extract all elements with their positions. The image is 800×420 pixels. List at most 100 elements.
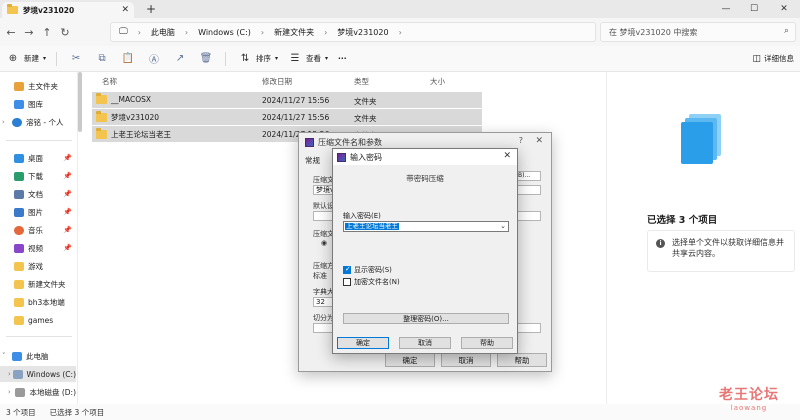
sidebar-item-music[interactable]: 音乐 📌 (0, 222, 76, 238)
cancel-button[interactable]: 取消 (441, 353, 491, 367)
compression-method-value[interactable]: 标准 (313, 271, 327, 281)
help-button[interactable]: 帮助 (497, 353, 547, 367)
rename-icon[interactable]: Ⓐ (147, 52, 161, 66)
pictures-icon (14, 207, 24, 217)
sidebar-item-label: 图库 (28, 99, 43, 109)
details-button[interactable]: ◫ 详细信息 (752, 53, 794, 64)
pin-icon[interactable]: 📌 (63, 226, 72, 234)
split-unit-select[interactable] (515, 323, 541, 333)
sidebar-item-drive-c[interactable]: › Windows (C:) (0, 366, 76, 382)
sidebar-item-gallery[interactable]: 图库 (0, 96, 76, 112)
close-icon[interactable]: ✕ (503, 151, 511, 161)
folder-icon (96, 93, 107, 104)
tab-general[interactable]: 常规 (305, 155, 320, 166)
new-button[interactable]: ⊕ 新建 ▾ (6, 52, 46, 66)
file-name: __MACOSX (111, 95, 152, 104)
tab-active[interactable]: 梦境v231020 ✕ (2, 2, 134, 18)
forward-arrow-icon[interactable]: → (20, 26, 38, 39)
sidebar-item-label: 主文件夹 (28, 81, 58, 91)
password-input[interactable]: 上老王论坛当老王 ⌄ (343, 221, 509, 232)
dialog-heading: 带密码压缩 (406, 174, 444, 183)
folder-icon (14, 315, 24, 325)
sidebar-item-games[interactable]: 游戏 (0, 258, 76, 274)
browse-button[interactable]: B)... (515, 171, 541, 181)
breadcrumb[interactable]: 🖵 › 此电脑 › Windows (C:) › 新建文件夹 › 梦境v2310… (110, 22, 596, 42)
ok-button[interactable]: 确定 (385, 353, 435, 367)
file-row[interactable]: __MACOSX 2024/11/27 15:56 文件夹 (92, 92, 482, 108)
sidebar-item-videos[interactable]: 视频 📌 (0, 240, 76, 256)
sidebar-item-label: 游戏 (28, 261, 43, 271)
maximize-icon[interactable]: ☐ (740, 0, 768, 18)
view-button[interactable]: ☰ 查看 ▾ (288, 52, 329, 66)
sidebar-item-home[interactable]: 主文件夹 (0, 78, 76, 94)
sidebar-item-bh3[interactable]: bh3本地端 (0, 294, 76, 310)
share-icon[interactable]: ↗ (173, 52, 187, 66)
ok-button[interactable]: 确定 (337, 337, 389, 349)
breadcrumb-item[interactable]: 新建文件夹 (274, 27, 314, 38)
copy-icon[interactable]: ⧉ (95, 52, 109, 66)
drive-icon (12, 369, 23, 379)
new-tab-icon[interactable]: + (146, 2, 156, 16)
column-header-type[interactable]: 类型 (354, 76, 369, 87)
desktop-icon (14, 153, 24, 163)
breadcrumb-item[interactable]: Windows (C:) (198, 28, 251, 37)
delete-icon[interactable]: 🗑 (199, 52, 213, 66)
sidebar-scrollbar[interactable] (78, 72, 82, 132)
show-password-checkbox[interactable]: 显示密码(S) (343, 265, 392, 275)
close-icon[interactable]: ✕ (535, 136, 543, 146)
breadcrumb-item[interactable]: 此电脑 (151, 27, 175, 38)
help-icon[interactable]: ? (519, 136, 523, 145)
command-bar: ⊕ 新建 ▾ ✂ ⧉ 📋 Ⓐ ↗ 🗑 ⇅ 排序 ▾ ☰ 查看 ▾ ··· ◫ 详… (0, 46, 800, 72)
sidebar-item-documents[interactable]: 文档 📌 (0, 186, 76, 202)
sidebar-item-label: bh3本地端 (28, 297, 65, 307)
sidebar-item-desktop[interactable]: 桌面 📌 (0, 150, 76, 166)
drive-icon (15, 387, 26, 397)
up-arrow-icon[interactable]: ↑ (38, 26, 56, 39)
search-input[interactable]: 在 梦境v231020 中搜索 ⌕ (600, 22, 796, 42)
view-label: 查看 (306, 54, 322, 63)
close-tab-icon[interactable]: ✕ (121, 5, 129, 15)
pin-icon[interactable]: 📌 (63, 190, 72, 198)
document-icon (14, 189, 24, 199)
file-row[interactable]: 梦境v231020 2024/11/27 15:56 文件夹 (92, 109, 482, 125)
password-label: 输入密码(E) (343, 212, 381, 220)
encrypt-filenames-checkbox[interactable]: 加密文件名(N) (343, 277, 400, 287)
video-icon (14, 243, 24, 253)
back-arrow-icon[interactable]: ← (2, 26, 20, 39)
radio-rar-icon[interactable]: ◉ (321, 239, 327, 247)
sidebar-item-downloads[interactable]: 下载 📌 (0, 168, 76, 184)
column-header-modified[interactable]: 修改日期 (262, 76, 292, 87)
more-button[interactable]: ··· (338, 54, 347, 63)
sidebar-item-new-folder[interactable]: 新建文件夹 (0, 276, 76, 292)
cut-icon[interactable]: ✂ (69, 52, 83, 66)
pin-icon[interactable]: 📌 (63, 154, 72, 162)
column-header-name[interactable]: 名称 (102, 76, 117, 87)
pin-icon[interactable]: 📌 (63, 172, 72, 180)
sidebar-item-this-pc[interactable]: ˅ 此电脑 (0, 348, 76, 364)
cancel-button[interactable]: 取消 (399, 337, 451, 349)
breadcrumb-item[interactable]: 梦境v231020 (337, 27, 388, 38)
pin-icon[interactable]: 📌 (63, 244, 72, 252)
folder-icon (14, 279, 24, 289)
music-icon (14, 225, 24, 235)
sidebar-divider (6, 336, 72, 337)
toolbar-divider (56, 51, 58, 66)
column-header-size[interactable]: 大小 (430, 76, 445, 87)
window-close-icon[interactable]: ✕ (770, 0, 798, 18)
help-button[interactable]: 帮助 (461, 337, 513, 349)
chevron-down-icon: ▾ (43, 55, 47, 62)
sidebar-item-onedrive[interactable]: › 溶铭 - 个人 (0, 114, 76, 130)
minimize-icon[interactable]: — (712, 0, 740, 18)
refresh-icon[interactable]: ↻ (56, 26, 74, 39)
sidebar-item-drive-d[interactable]: › 本地磁盘 (D:) (0, 384, 76, 400)
sidebar-item-pictures[interactable]: 图片 📌 (0, 204, 76, 220)
update-mode-select[interactable] (515, 185, 541, 195)
organize-passwords-button[interactable]: 整理密码(O)... (343, 313, 509, 324)
options-select[interactable] (515, 211, 541, 221)
sort-button[interactable]: ⇅ 排序 ▾ (238, 52, 278, 66)
paste-icon[interactable]: 📋 (121, 52, 135, 66)
pin-icon[interactable]: 📌 (63, 208, 72, 216)
chevron-down-icon[interactable]: ⌄ (500, 222, 506, 230)
sidebar-item-games-folder[interactable]: games (0, 312, 76, 328)
title-bar: 梦境v231020 ✕ + — ☐ ✕ (0, 0, 800, 18)
